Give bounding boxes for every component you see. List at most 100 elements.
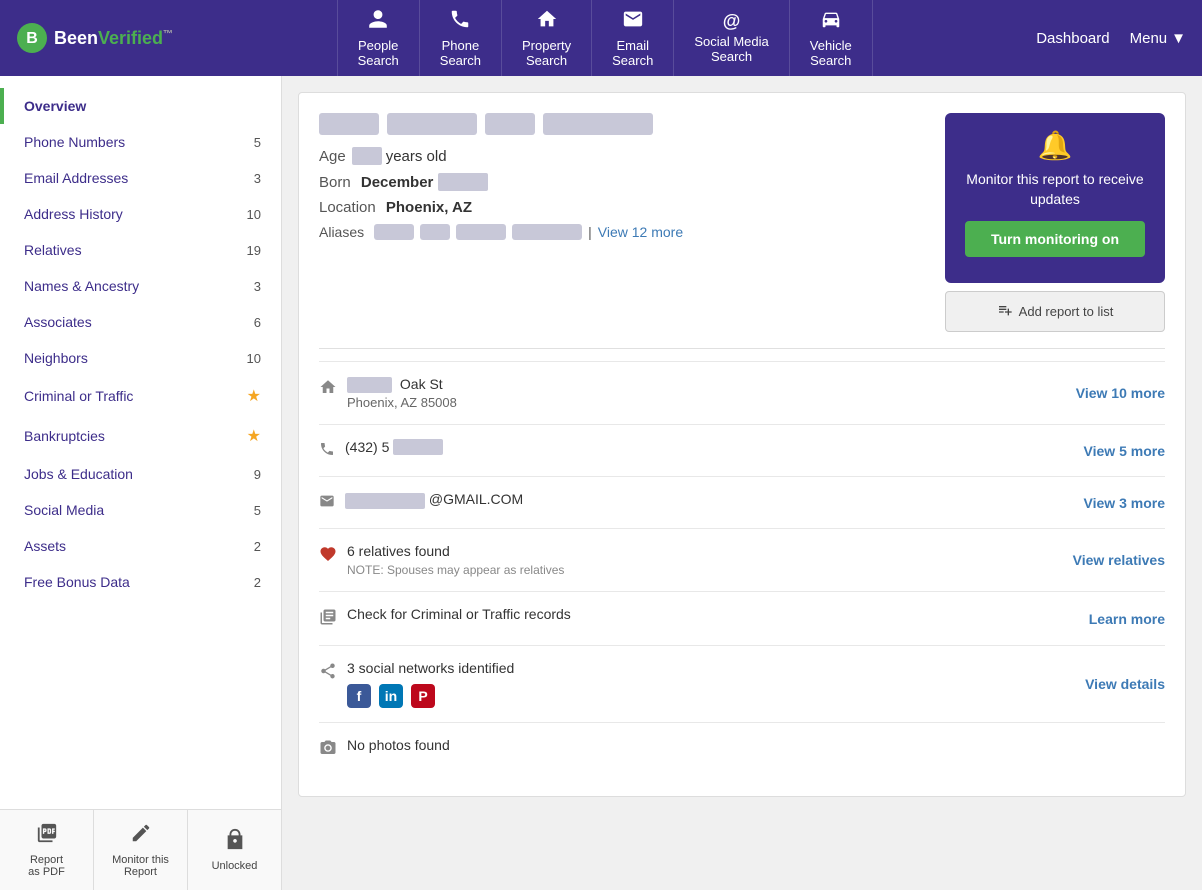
dashboard-link[interactable]: Dashboard <box>1036 30 1109 47</box>
nav-vehicle-line2: Search <box>810 53 851 68</box>
name-blur-4 <box>543 113 653 135</box>
sidebar-item-social-media[interactable]: Social Media 5 <box>0 492 281 528</box>
email-suffix: @GMAIL.COM <box>429 491 523 507</box>
location-value: Phoenix, AZ <box>386 199 472 216</box>
sidebar-item-associates[interactable]: Associates 6 <box>0 304 281 340</box>
nav-social-search[interactable]: @ Social Media Search <box>674 0 789 76</box>
relatives-section: 6 relatives found NOTE: Spouses may appe… <box>319 528 1165 591</box>
address-content: Oak St Phoenix, AZ 85008 <box>347 376 1056 410</box>
sidebar-item-bankruptcies[interactable]: Bankruptcies ★ <box>0 416 281 456</box>
age-label: Age <box>319 148 346 165</box>
sidebar-item-address-history[interactable]: Address History 10 <box>0 196 281 232</box>
sidebar-item-jobs-education[interactable]: Jobs & Education 9 <box>0 456 281 492</box>
header: B BeenVerified™ People Search Phone Sear… <box>0 0 1202 76</box>
sidebar-label-neighbors: Neighbors <box>24 350 88 366</box>
nav-people-search[interactable]: People Search <box>337 0 420 76</box>
header-right: Dashboard Menu ▼ <box>1036 30 1186 47</box>
main-nav: People Search Phone Search Property Sear… <box>193 0 1016 76</box>
nav-property-search[interactable]: Property Search <box>502 0 592 76</box>
nav-phone-search[interactable]: Phone Search <box>420 0 502 76</box>
relatives-content: 6 relatives found NOTE: Spouses may appe… <box>347 543 1053 577</box>
view-more-phone-link[interactable]: View 5 more <box>1084 443 1165 459</box>
top-section: Age years old Born December Location Pho… <box>319 113 1165 332</box>
view-more-email-link[interactable]: View 3 more <box>1084 495 1165 511</box>
social-icons: f in P <box>347 684 1065 708</box>
born-label: Born <box>319 174 351 191</box>
menu-button[interactable]: Menu ▼ <box>1130 30 1186 47</box>
logo-verified: Verified <box>98 28 163 48</box>
social-content: 3 social networks identified f in P <box>347 660 1065 708</box>
learn-more-criminal-link[interactable]: Learn more <box>1089 611 1165 627</box>
address-section: Oak St Phoenix, AZ 85008 View 10 more <box>319 361 1165 424</box>
age-row: Age years old <box>319 147 925 165</box>
nav-vehicle-search[interactable]: Vehicle Search <box>790 0 873 76</box>
add-to-list-button[interactable]: Add report to list <box>945 291 1165 332</box>
main-content: Age years old Born December Location Pho… <box>282 76 1202 890</box>
chevron-down-icon: ▼ <box>1171 30 1186 47</box>
view-more-aliases-link[interactable]: View 12 more <box>598 224 683 240</box>
monitor-title: Monitor this report to receive updates <box>965 170 1145 209</box>
email-content: @GMAIL.COM <box>345 491 1064 508</box>
nav-phone-line1: Phone <box>442 38 480 53</box>
page-body: Overview Phone Numbers 5 Email Addresses… <box>0 76 1202 890</box>
property-icon <box>536 8 558 34</box>
report-pdf-button[interactable]: Report as PDF <box>0 810 94 890</box>
turn-monitoring-on-button[interactable]: Turn monitoring on <box>965 221 1145 257</box>
person-info: Age years old Born December Location Pho… <box>319 113 925 240</box>
phone-content: (432) 5 <box>345 439 1064 455</box>
sidebar-count-phone: 5 <box>254 135 261 150</box>
view-social-details-link[interactable]: View details <box>1085 676 1165 692</box>
criminal-star-icon: ★ <box>247 386 261 406</box>
criminal-data-left: Check for Criminal or Traffic records <box>319 606 1069 631</box>
sidebar-count-assets: 2 <box>254 539 261 554</box>
nav-social-line1: Social Media <box>694 34 768 49</box>
pinterest-icon[interactable]: P <box>411 684 435 708</box>
location-row: Location Phoenix, AZ <box>319 199 925 216</box>
email-primary: @GMAIL.COM <box>345 491 1064 508</box>
home-icon <box>319 378 337 401</box>
sidebar-item-phone-numbers[interactable]: Phone Numbers 5 <box>0 124 281 160</box>
social-section: 3 social networks identified f in P View… <box>319 645 1165 722</box>
nav-email-line1: Email <box>616 38 649 53</box>
sidebar-item-neighbors[interactable]: Neighbors 10 <box>0 340 281 376</box>
aliases-row: Aliases | View 12 more <box>319 224 925 240</box>
photos-data-left: No photos found <box>319 737 1165 762</box>
location-label: Location <box>319 199 376 216</box>
address-primary: Oak St <box>347 376 1056 393</box>
sidebar-item-email-addresses[interactable]: Email Addresses 3 <box>0 160 281 196</box>
monitor-report-button[interactable]: Monitor this Report <box>94 810 188 890</box>
name-blur-1 <box>319 113 379 135</box>
sidebar-item-criminal-traffic[interactable]: Criminal or Traffic ★ <box>0 376 281 416</box>
sidebar-label-social: Social Media <box>24 502 104 518</box>
nav-phone-line2: Search <box>440 53 481 68</box>
phone-number-blur <box>393 439 443 455</box>
address-data-left: Oak St Phoenix, AZ 85008 <box>319 376 1056 410</box>
sidebar-item-overview[interactable]: Overview <box>0 88 281 124</box>
sidebar-count-neighbors: 10 <box>247 351 261 366</box>
relatives-data-left: 6 relatives found NOTE: Spouses may appe… <box>319 543 1053 577</box>
sidebar-label-assets: Assets <box>24 538 66 554</box>
logo-icon: B <box>16 22 48 54</box>
view-more-address-link[interactable]: View 10 more <box>1076 385 1165 401</box>
sidebar-item-names-ancestry[interactable]: Names & Ancestry 3 <box>0 268 281 304</box>
add-list-label: Add report to list <box>1019 304 1114 319</box>
sidebar-item-assets[interactable]: Assets 2 <box>0 528 281 564</box>
nav-email-search[interactable]: Email Search <box>592 0 674 76</box>
monitor-label: Monitor this Report <box>112 854 169 878</box>
sidebar-count-jobs: 9 <box>254 467 261 482</box>
menu-label: Menu <box>1130 30 1168 47</box>
sidebar-item-relatives[interactable]: Relatives 19 <box>0 232 281 268</box>
bell-icon: 🔔 <box>965 129 1145 162</box>
view-relatives-link[interactable]: View relatives <box>1073 552 1165 568</box>
linkedin-icon[interactable]: in <box>379 684 403 708</box>
svg-text:B: B <box>26 30 38 47</box>
bankruptcies-star-icon: ★ <box>247 426 261 446</box>
unlocked-button[interactable]: Unlocked <box>188 810 281 890</box>
logo[interactable]: B BeenVerified™ <box>16 22 173 54</box>
facebook-icon[interactable]: f <box>347 684 371 708</box>
phone-icon <box>449 8 471 34</box>
alias-separator: | <box>588 224 592 240</box>
photos-label: No photos found <box>347 737 1165 753</box>
alias-blur-4 <box>512 224 582 240</box>
sidebar-item-free-bonus[interactable]: Free Bonus Data 2 <box>0 564 281 600</box>
